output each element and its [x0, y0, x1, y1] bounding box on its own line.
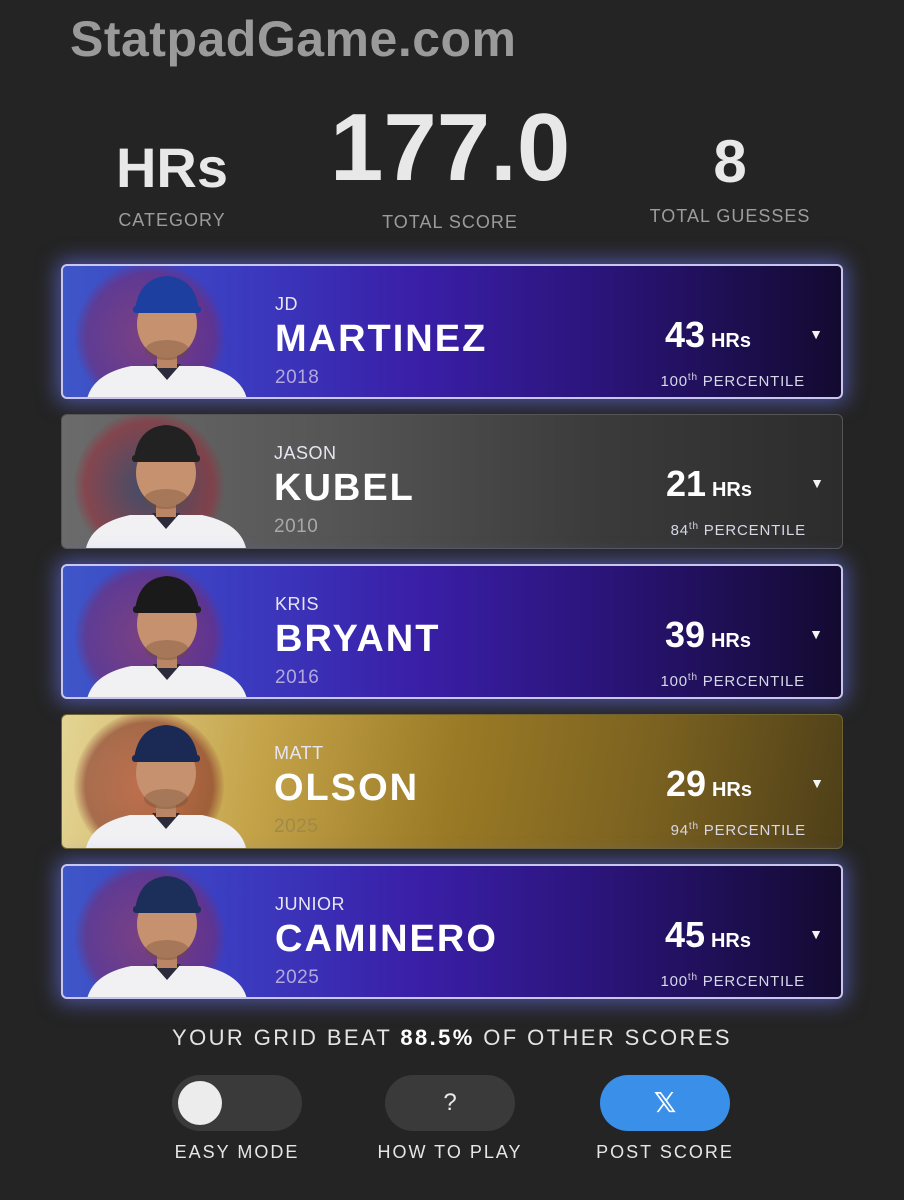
total-score-value: 177.0 [330, 94, 571, 201]
percentile-label: PERCENTILE [702, 373, 805, 390]
hr-value: 43 [664, 314, 705, 355]
player-last-name: OLSON [274, 767, 420, 809]
percentile: 100th PERCENTILE [660, 372, 805, 390]
player-first-name: JASON [274, 443, 337, 463]
percentile-suffix: th [687, 372, 698, 383]
player-card[interactable]: JUNIOR CAMINERO 2025 45 HRs 100th PERCENT… [61, 864, 843, 999]
x-logo-icon: 𝕏 [653, 1087, 677, 1118]
percentile-label: PERCENTILE [703, 822, 806, 839]
result-prefix: YOUR GRID BEAT [172, 1025, 392, 1050]
chevron-down-icon[interactable]: ▼ [810, 475, 824, 491]
player-season: 2025 [275, 967, 320, 988]
player-card[interactable]: JD MARTINEZ 2018 43 HRs 100th PERCENTILE … [61, 264, 843, 399]
toggle-knob [178, 1081, 222, 1125]
percentile-value: 100 [660, 373, 688, 390]
home-run-total: 43 HRs [665, 314, 751, 356]
percentile: 94th PERCENTILE [671, 821, 806, 839]
player-last-name: MARTINEZ [275, 318, 488, 360]
hr-value: 39 [664, 614, 705, 655]
player-last-name: CAMINERO [275, 918, 498, 960]
hr-unit: HRs [711, 479, 752, 501]
chevron-down-icon[interactable]: ▼ [809, 626, 823, 642]
category-value: HRs [115, 136, 229, 199]
player-season: 2016 [275, 667, 320, 688]
hr-value: 45 [664, 914, 705, 955]
chevron-down-icon[interactable]: ▼ [810, 775, 824, 791]
hr-unit: HRs [710, 930, 751, 952]
player-season: 2010 [274, 516, 319, 537]
player-photo [87, 276, 247, 397]
player-card[interactable]: MATT OLSON 2025 29 HRs 94th PERCENTILE ▼ [61, 714, 843, 849]
player-season: 2025 [274, 816, 319, 837]
percentile-suffix: th [687, 672, 698, 683]
chevron-down-icon[interactable]: ▼ [809, 926, 823, 942]
home-run-total: 45 HRs [665, 914, 751, 956]
percentile: 100th PERCENTILE [660, 972, 805, 990]
easy-mode-toggle[interactable] [172, 1075, 302, 1131]
percentile-suffix: th [688, 521, 699, 532]
result-percent: 88.5% [400, 1025, 475, 1050]
result-summary: YOUR GRID BEAT 88.5% OF OTHER SCORES [0, 1025, 904, 1051]
player-first-name: JUNIOR [275, 894, 345, 914]
home-run-total: 29 HRs [666, 763, 752, 805]
total-guesses-value: 8 [713, 128, 747, 195]
player-card[interactable]: KRIS BRYANT 2016 39 HRs 100th PERCENTILE … [61, 564, 843, 699]
total-score-label: TOTAL SCORE [382, 212, 518, 232]
easy-mode-label: EASY MODE [174, 1142, 300, 1162]
hr-value: 21 [665, 463, 706, 504]
percentile-label: PERCENTILE [702, 673, 805, 690]
result-suffix: OF OTHER SCORES [483, 1025, 732, 1050]
player-last-name: BRYANT [275, 618, 441, 660]
player-season: 2018 [275, 367, 320, 388]
player-photo [86, 425, 246, 548]
how-to-play-label: HOW TO PLAY [377, 1142, 523, 1162]
player-card[interactable]: JASON KUBEL 2010 21 HRs 84th PERCENTILE ▼ [61, 414, 843, 549]
chevron-down-icon[interactable]: ▼ [809, 326, 823, 342]
home-run-total: 21 HRs [666, 463, 752, 505]
total-guesses-stat: 8 TOTAL GUESSES [640, 132, 820, 227]
hr-unit: HRs [710, 630, 751, 652]
category-label: CATEGORY [118, 210, 226, 230]
total-score-stat: 177.0 TOTAL SCORE [330, 100, 570, 233]
how-to-play-button[interactable]: ? [385, 1075, 515, 1131]
site-title[interactable]: StatpadGame.com [70, 10, 517, 68]
total-guesses-label: TOTAL GUESSES [649, 206, 811, 226]
percentile-value: 100 [660, 673, 688, 690]
player-photo [87, 876, 247, 997]
player-first-name: KRIS [275, 594, 320, 614]
player-last-name: KUBEL [274, 467, 415, 509]
percentile-value: 100 [660, 973, 688, 990]
percentile-value: 84 [670, 522, 689, 539]
player-photo [87, 576, 247, 697]
percentile: 100th PERCENTILE [660, 672, 805, 690]
player-photo [86, 725, 246, 848]
percentile-value: 94 [670, 822, 689, 839]
player-first-name: JD [275, 294, 298, 314]
home-run-total: 39 HRs [665, 614, 751, 656]
percentile-label: PERCENTILE [703, 522, 806, 539]
percentile-suffix: th [688, 821, 699, 832]
post-score-button[interactable]: 𝕏 [600, 1075, 730, 1131]
hr-unit: HRs [711, 779, 752, 801]
post-score-label: POST SCORE [596, 1142, 734, 1162]
percentile-suffix: th [687, 972, 698, 983]
player-first-name: MATT [274, 743, 324, 763]
hr-unit: HRs [710, 330, 751, 352]
category-stat: HRs CATEGORY [92, 140, 252, 231]
percentile: 84th PERCENTILE [671, 521, 806, 539]
percentile-label: PERCENTILE [702, 973, 805, 990]
hr-value: 29 [665, 763, 706, 804]
question-mark-icon: ? [443, 1089, 457, 1116]
